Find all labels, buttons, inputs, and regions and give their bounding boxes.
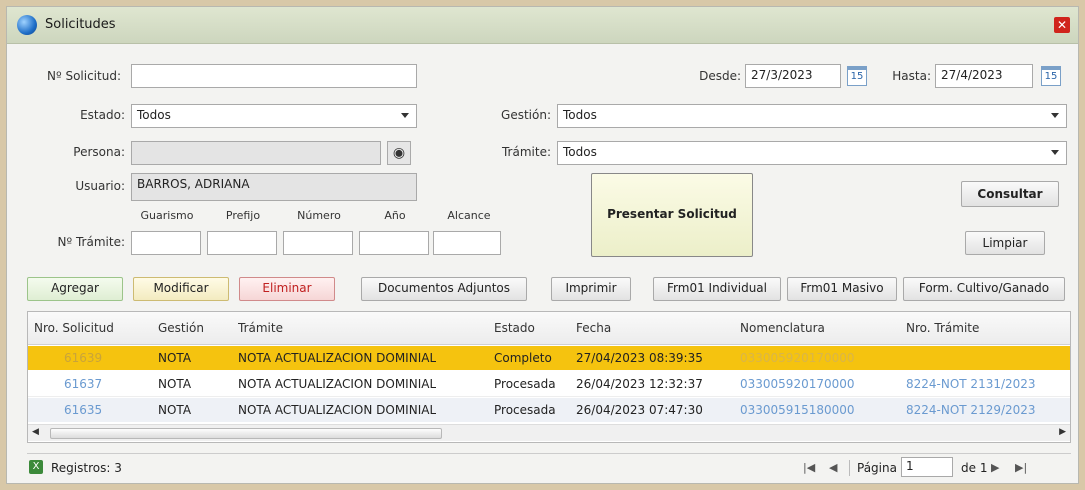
eliminar-button[interactable]: Eliminar — [239, 277, 335, 301]
table-row[interactable]: 61635 NOTA NOTA ACTUALIZACION DOMINIAL P… — [28, 398, 1070, 422]
column-header[interactable]: Trámite — [238, 321, 283, 335]
page-number-input[interactable]: 1 — [901, 457, 953, 477]
nro-solicitud-label: Nº Solicitud: — [47, 69, 121, 83]
tramite-cell: NOTA ACTUALIZACION DOMINIAL — [238, 403, 437, 417]
solicitudes-window: Solicitudes ✕ Nº Solicitud: Desde: 27/3/… — [6, 6, 1079, 484]
nomenclatura-cell[interactable]: 033005915180000 — [740, 403, 855, 417]
form-cultivo-ganado-button[interactable]: Form. Cultivo/Ganado — [903, 277, 1065, 301]
title-bar[interactable]: Solicitudes ✕ — [7, 7, 1078, 44]
estado-cell: Procesada — [494, 403, 556, 417]
tramite-cell: NOTA ACTUALIZACION DOMINIAL — [238, 377, 437, 391]
prev-page-icon[interactable]: ◀ — [829, 461, 837, 474]
alcance-label: Alcance — [447, 209, 491, 222]
estado-cell: Completo — [494, 351, 552, 365]
tramite-label: Trámite: — [501, 145, 551, 159]
frm01-individual-button[interactable]: Frm01 Individual — [653, 277, 781, 301]
solicitudes-table: Nro. Solicitud Gestión Trámite Estado Fe… — [27, 311, 1071, 443]
prefijo-input[interactable] — [207, 231, 277, 255]
globe-icon — [17, 15, 37, 35]
estado-label: Estado: — [80, 108, 125, 122]
table-row[interactable]: 61639 NOTA NOTA ACTUALIZACION DOMINIAL C… — [28, 346, 1070, 370]
estado-select[interactable]: Todos — [131, 104, 417, 128]
desde-label: Desde: — [699, 69, 741, 83]
page-total: de 1 — [961, 461, 988, 475]
consultar-button[interactable]: Consultar — [961, 181, 1059, 207]
search-binoculars-icon[interactable]: ◉ — [387, 141, 411, 165]
tramite-select-value: Todos — [563, 145, 597, 159]
first-page-icon[interactable]: |◀ — [803, 461, 815, 474]
chevron-down-icon — [1051, 113, 1059, 118]
tramite-select[interactable]: Todos — [557, 141, 1067, 165]
pagina-label: Página — [857, 461, 897, 475]
guarismo-label: Guarismo — [140, 209, 194, 222]
column-header[interactable]: Fecha — [576, 321, 611, 335]
horizontal-scrollbar[interactable]: ◀ ▶ — [28, 424, 1070, 441]
table-header: Nro. Solicitud Gestión Trámite Estado Fe… — [28, 312, 1070, 345]
chevron-down-icon — [401, 113, 409, 118]
gestion-select[interactable]: Todos — [557, 104, 1067, 128]
next-page-icon[interactable]: ▶ — [991, 461, 999, 474]
status-bar: X Registros: 3 |◀ ◀ Página 1 de 1 ▶ ▶| — [27, 453, 1071, 480]
nomenclatura-cell[interactable]: 033005920170000 — [740, 351, 855, 365]
separator — [849, 460, 850, 476]
chevron-down-icon — [1051, 150, 1059, 155]
column-header[interactable]: Nro. Trámite — [906, 321, 979, 335]
nomenclatura-cell[interactable]: 033005920170000 — [740, 377, 855, 391]
hasta-date-field[interactable]: 27/4/2023 — [935, 64, 1033, 88]
anio-label: Año — [384, 209, 406, 222]
persona-field — [131, 141, 381, 165]
scroll-right-icon[interactable]: ▶ — [1059, 427, 1066, 437]
presentar-solicitud-button[interactable]: Presentar Solicitud — [591, 173, 753, 257]
modificar-button[interactable]: Modificar — [133, 277, 229, 301]
nro-solicitud-cell[interactable]: 61639 — [64, 351, 102, 365]
alcance-input[interactable] — [433, 231, 501, 255]
nro-solicitud-cell[interactable]: 61637 — [64, 377, 102, 391]
prefijo-label: Prefijo — [225, 209, 261, 222]
agregar-button[interactable]: Agregar — [27, 277, 123, 301]
anio-input[interactable] — [359, 231, 429, 255]
frm01-masivo-button[interactable]: Frm01 Masivo — [787, 277, 897, 301]
gestion-label: Gestión: — [501, 108, 551, 122]
usuario-field: BARROS, ADRIANA — [131, 173, 417, 201]
limpiar-button[interactable]: Limpiar — [965, 231, 1045, 255]
last-page-icon[interactable]: ▶| — [1015, 461, 1027, 474]
gestion-cell: NOTA — [158, 403, 192, 417]
gestion-select-value: Todos — [563, 108, 597, 122]
nro-tramite-label: Nº Trámite: — [57, 235, 125, 249]
fecha-cell: 27/04/2023 08:39:35 — [576, 351, 703, 365]
scrollbar-thumb[interactable] — [50, 428, 442, 439]
estado-select-value: Todos — [137, 108, 171, 122]
tramite-cell: NOTA ACTUALIZACION DOMINIAL — [238, 351, 437, 365]
hasta-label: Hasta: — [892, 69, 931, 83]
imprimir-button[interactable]: Imprimir — [551, 277, 631, 301]
nro-solicitud-cell[interactable]: 61635 — [64, 403, 102, 417]
desde-date-field[interactable]: 27/3/2023 — [745, 64, 841, 88]
persona-label: Persona: — [73, 145, 125, 159]
table-row[interactable]: 61637 NOTA NOTA ACTUALIZACION DOMINIAL P… — [28, 372, 1070, 397]
estado-cell: Procesada — [494, 377, 556, 391]
column-header[interactable]: Gestión — [158, 321, 204, 335]
guarismo-input[interactable] — [131, 231, 201, 255]
hasta-calendar-icon[interactable]: 15 — [1041, 66, 1061, 86]
numero-label: Número — [297, 209, 341, 222]
nro-tramite-cell[interactable]: 8224-NOT 2129/2023 — [906, 403, 1036, 417]
fecha-cell: 26/04/2023 12:32:37 — [576, 377, 703, 391]
gestion-cell: NOTA — [158, 351, 192, 365]
documentos-adjuntos-button[interactable]: Documentos Adjuntos — [361, 277, 527, 301]
column-header[interactable]: Estado — [494, 321, 535, 335]
nro-solicitud-input[interactable] — [131, 64, 417, 88]
usuario-label: Usuario: — [75, 179, 125, 193]
numero-input[interactable] — [283, 231, 353, 255]
column-header[interactable]: Nro. Solicitud — [34, 321, 114, 335]
nro-tramite-cell[interactable]: 8224-NOT 2131/2023 — [906, 377, 1036, 391]
gestion-cell: NOTA — [158, 377, 192, 391]
excel-export-icon[interactable]: X — [29, 460, 43, 474]
scroll-left-icon[interactable]: ◀ — [32, 427, 39, 437]
window-title: Solicitudes — [45, 17, 116, 32]
registros-count: Registros: 3 — [51, 461, 122, 475]
desde-calendar-icon[interactable]: 15 — [847, 66, 867, 86]
close-icon[interactable]: ✕ — [1054, 17, 1070, 33]
fecha-cell: 26/04/2023 07:47:30 — [576, 403, 703, 417]
column-header[interactable]: Nomenclatura — [740, 321, 825, 335]
